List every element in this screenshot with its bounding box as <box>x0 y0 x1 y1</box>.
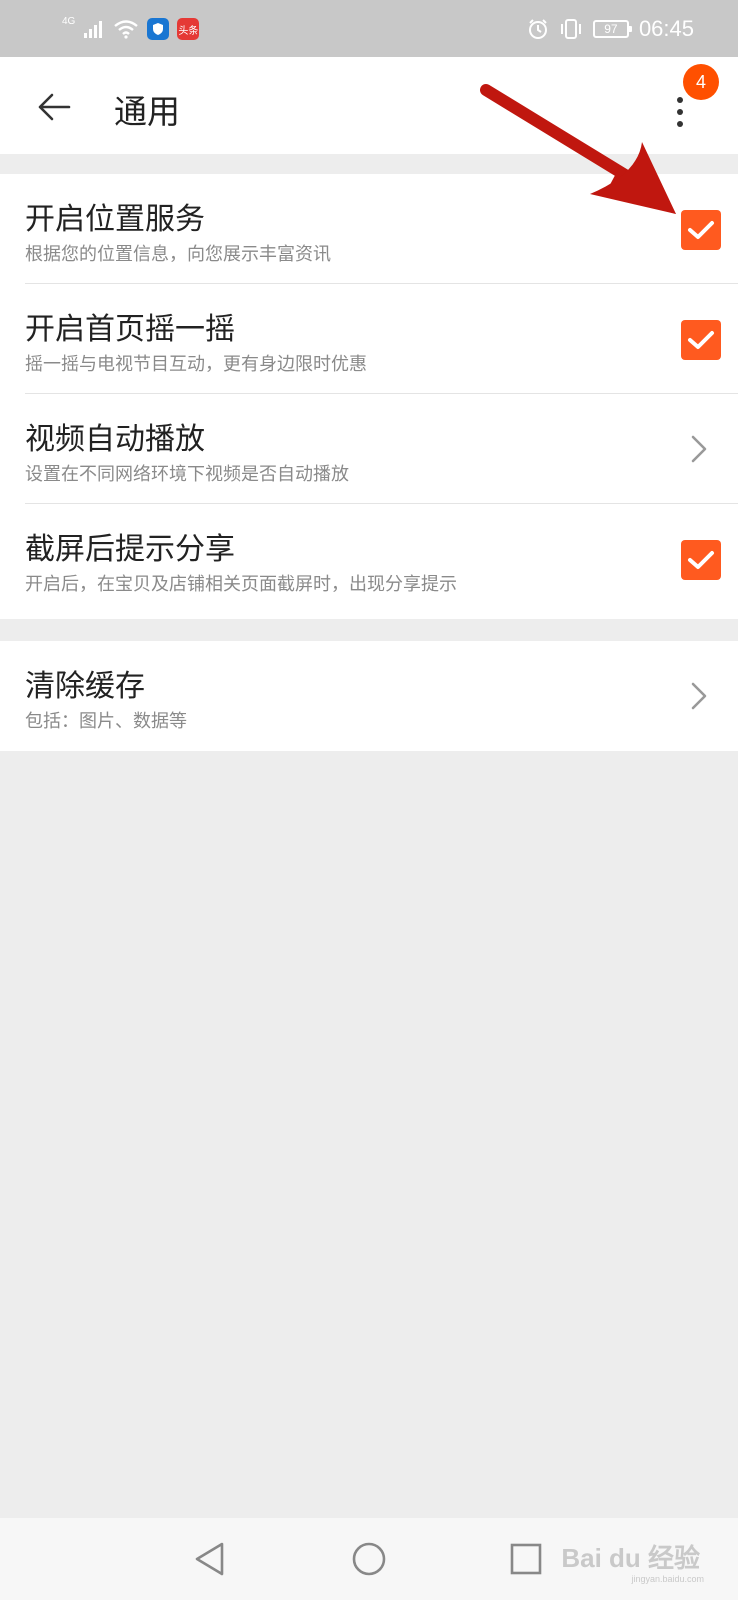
setting-subtitle: 包括：图片、数据等 <box>25 711 187 732</box>
setting-row-clear-cache[interactable]: 清除缓存 包括：图片、数据等 <box>0 641 738 751</box>
setting-subtitle: 根据您的位置信息，向您展示丰富资讯 <box>25 244 331 265</box>
alarm-icon <box>528 19 547 39</box>
more-dot <box>677 97 683 103</box>
watermark-brand: Bai du 经验 <box>561 1543 700 1573</box>
arrow-left-icon <box>38 93 71 121</box>
app-header: 通用 <box>0 57 738 154</box>
system-nav-bar: Bai du 经验 jingyan.baidu.com <box>0 1518 738 1600</box>
shield-icon <box>147 18 170 40</box>
status-time: 06:45 <box>638 16 694 41</box>
setting-subtitle: 开启后，在宝贝及店铺相关页面截屏时，出现分享提示 <box>25 574 457 595</box>
back-button[interactable] <box>30 83 78 131</box>
status-bar-right: 97 06:45 <box>527 14 694 44</box>
status-bar-left: 4G 头条 <box>62 14 200 44</box>
setting-subtitle: 设置在不同网络环境下视频是否自动播放 <box>25 464 349 485</box>
setting-row-screenshot-share[interactable]: 截屏后提示分享 开启后，在宝贝及店铺相关页面截屏时，出现分享提示 <box>0 504 738 614</box>
more-dot <box>677 109 683 115</box>
triangle-back-icon <box>195 1542 224 1576</box>
nav-home-button[interactable] <box>345 1535 393 1583</box>
vibrate-icon <box>560 19 581 39</box>
status-bar: 4G 头条 97 06:45 <box>0 0 738 57</box>
watermark-url: jingyan.baidu.com <box>631 1574 704 1584</box>
setting-title: 开启首页摇一摇 <box>25 312 235 347</box>
square-recents-icon <box>510 1543 542 1575</box>
wifi-icon <box>114 20 139 39</box>
checkmark-icon <box>688 331 714 349</box>
checkmark-icon <box>688 221 714 239</box>
screenshot-share-checkbox[interactable] <box>681 540 721 580</box>
toutiao-app-label: 头条 <box>178 25 199 37</box>
setting-row-location[interactable]: 开启位置服务 根据您的位置信息，向您展示丰富资讯 <box>0 174 738 284</box>
circle-home-icon <box>352 1542 386 1576</box>
setting-title: 视频自动播放 <box>25 422 205 457</box>
setting-title: 截屏后提示分享 <box>25 532 235 567</box>
battery-icon: 97 <box>592 20 632 38</box>
settings-group-cache: 清除缓存 包括：图片、数据等 <box>0 641 738 751</box>
chevron-right-icon <box>684 432 714 466</box>
page-title: 通用 <box>114 92 180 131</box>
setting-row-shake[interactable]: 开启首页摇一摇 摇一摇与电视节目互动，更有身边限时优惠 <box>0 284 738 394</box>
settings-group-general: 开启位置服务 根据您的位置信息，向您展示丰富资讯 开启首页摇一摇 摇一摇与电视节… <box>0 174 738 619</box>
chevron-right-icon <box>684 679 714 713</box>
notification-badge: 4 <box>683 64 719 100</box>
location-checkbox[interactable] <box>681 210 721 250</box>
toutiao-app-icon: 头条 <box>177 18 200 40</box>
more-dot <box>677 121 683 127</box>
battery-level: 97 <box>604 22 618 36</box>
setting-subtitle: 摇一摇与电视节目互动，更有身边限时优惠 <box>25 354 367 375</box>
setting-title: 清除缓存 <box>25 669 145 704</box>
setting-title: 开启位置服务 <box>25 202 205 237</box>
shake-checkbox[interactable] <box>681 320 721 360</box>
nav-back-button[interactable] <box>186 1535 234 1583</box>
signal-icon <box>84 21 103 38</box>
nav-recents-button[interactable] <box>502 1535 550 1583</box>
network-type: 4G <box>62 15 76 27</box>
setting-row-video-autoplay[interactable]: 视频自动播放 设置在不同网络环境下视频是否自动播放 <box>0 394 738 504</box>
checkmark-icon <box>688 551 714 569</box>
